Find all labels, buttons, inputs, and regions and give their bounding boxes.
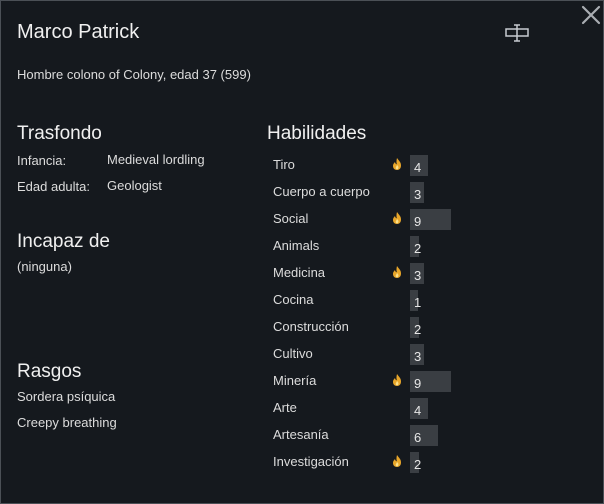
flame-icon xyxy=(391,265,403,279)
flame-icon xyxy=(391,157,403,171)
incapable-value: (ninguna) xyxy=(17,259,72,274)
skill-name: Tiro xyxy=(273,157,295,172)
skill-name: Medicina xyxy=(273,265,326,280)
skill-level: 1 xyxy=(414,295,422,310)
flame-icon xyxy=(391,373,403,387)
skill-row[interactable]: Tiro 4 xyxy=(269,152,469,178)
skill-row[interactable]: Animals 2 xyxy=(269,233,469,259)
skill-level: 9 xyxy=(414,214,422,229)
skill-name: Social xyxy=(273,211,309,226)
pawn-name: Marco Patrick xyxy=(17,21,140,43)
incapable-title: Incapaz de xyxy=(17,231,110,252)
skill-row[interactable]: Construcción 2 xyxy=(269,314,469,340)
close-button[interactable] xyxy=(579,3,603,27)
flame-icon xyxy=(391,211,403,225)
skill-level: 6 xyxy=(414,430,422,445)
skill-name: Arte xyxy=(273,400,297,415)
skill-level: 2 xyxy=(414,322,422,337)
childhood-label: Infancia: xyxy=(17,153,67,168)
skill-level: 2 xyxy=(414,457,422,472)
skill-name: Investigación xyxy=(273,454,349,469)
skill-name: Cultivo xyxy=(273,346,313,361)
skill-name: Cuerpo a cuerpo xyxy=(273,184,370,199)
skill-name: Minería xyxy=(273,373,317,388)
skill-row[interactable]: Cuerpo a cuerpo 3 xyxy=(269,179,469,205)
character-panel: Marco Patrick Hombre colono of Colony, e… xyxy=(0,0,604,504)
flame-icon xyxy=(391,454,403,468)
skill-row[interactable]: Cultivo 3 xyxy=(269,341,469,367)
skill-row[interactable]: Cocina 1 xyxy=(269,287,469,313)
skill-level: 3 xyxy=(414,349,422,364)
backstory-title: Trasfondo xyxy=(17,123,102,144)
skill-level: 2 xyxy=(414,241,422,256)
skill-row[interactable]: Artesanía 6 xyxy=(269,422,469,448)
childhood-value[interactable]: Medieval lordling xyxy=(107,152,205,167)
skill-row[interactable]: Minería 9 xyxy=(269,368,469,394)
adulthood-value[interactable]: Geologist xyxy=(107,178,162,193)
skill-name: Artesanía xyxy=(273,427,329,442)
traits-title: Rasgos xyxy=(17,361,82,382)
adulthood-label: Edad adulta: xyxy=(17,179,91,194)
skill-level: 4 xyxy=(414,160,422,175)
skill-name: Construcción xyxy=(273,319,349,334)
pawn-description: Hombre colono of Colony, edad 37 (599) xyxy=(17,67,251,82)
skill-row[interactable]: Arte 4 xyxy=(269,395,469,421)
skill-level: 9 xyxy=(414,376,422,391)
trait-item[interactable]: Sordera psíquica xyxy=(17,389,115,404)
skill-name: Animals xyxy=(273,238,320,253)
skill-name: Cocina xyxy=(273,292,314,307)
skill-row[interactable]: Medicina 3 xyxy=(269,260,469,286)
skill-row[interactable]: Social 9 xyxy=(269,206,469,232)
skill-row[interactable]: Investigación 2 xyxy=(269,449,469,475)
skill-level: 3 xyxy=(414,268,422,283)
trait-item[interactable]: Creepy breathing xyxy=(17,415,117,430)
skills-title: Habilidades xyxy=(267,123,367,144)
rename-button[interactable] xyxy=(503,23,533,43)
skill-level: 4 xyxy=(414,403,422,418)
skill-level: 3 xyxy=(414,187,422,202)
rename-icon xyxy=(505,24,529,42)
close-icon xyxy=(581,5,601,25)
